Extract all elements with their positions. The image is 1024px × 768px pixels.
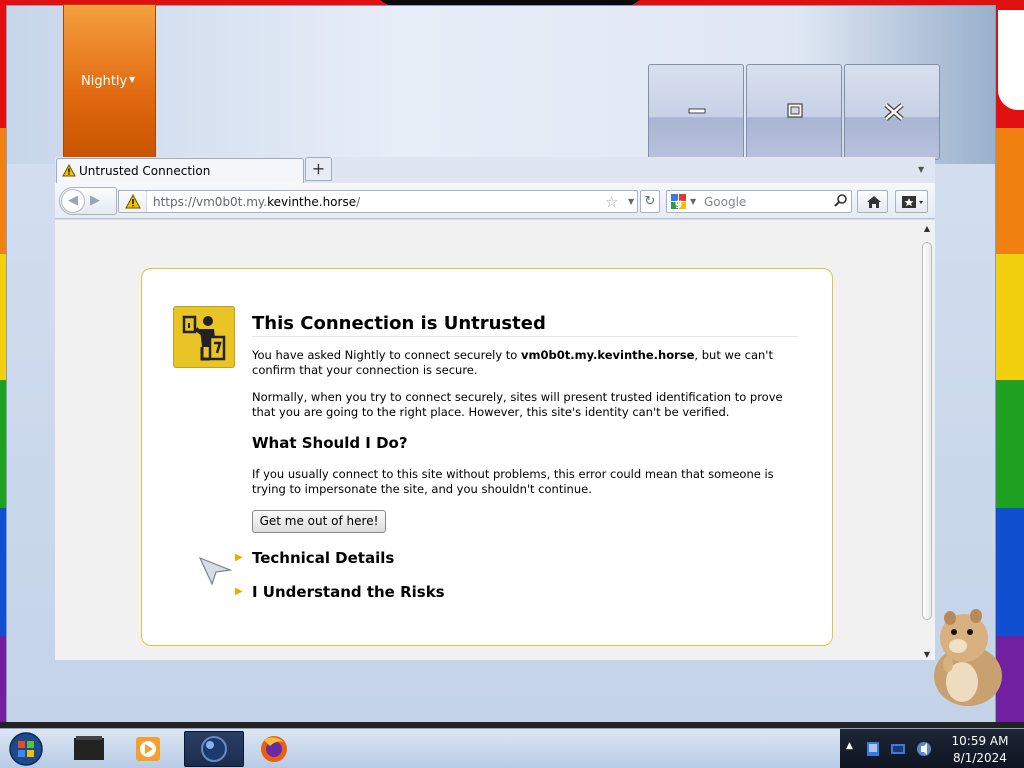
- section-heading: What Should I Do?: [252, 434, 408, 452]
- volume-icon[interactable]: [916, 740, 932, 758]
- list-all-tabs-button[interactable]: ▼: [918, 165, 924, 174]
- url-bar[interactable]: https://vm0b0t.my.kevinthe.horse/ ☆ ▼: [118, 190, 638, 213]
- maximize-button[interactable]: [746, 64, 842, 160]
- forward-arrow-icon: ▶: [90, 193, 100, 208]
- url-text[interactable]: https://vm0b0t.my.kevinthe.horse/: [153, 195, 360, 209]
- host-name: vm0b0t.my.kevinthe.horse: [521, 348, 695, 362]
- app-menu-button[interactable]: Nightly ▼: [63, 4, 156, 159]
- search-bar[interactable]: g ▼ Google: [666, 190, 852, 213]
- search-icon[interactable]: [833, 193, 849, 209]
- untrusted-certificate-icon: [173, 306, 235, 368]
- close-button[interactable]: [844, 64, 940, 160]
- reload-button[interactable]: ↻: [640, 190, 660, 213]
- back-arrow-icon: ◀: [68, 193, 78, 208]
- clock-time[interactable]: 10:59 AM: [940, 734, 1020, 748]
- chevron-down-icon: ▼: [129, 75, 136, 84]
- bookmarks-icon: [902, 196, 923, 208]
- expand-triangle-icon: ▶: [235, 586, 243, 597]
- tab-title: Untrusted Connection: [79, 164, 211, 178]
- forward-button[interactable]: ▶: [90, 193, 100, 208]
- media-player-icon[interactable]: [120, 732, 180, 766]
- error-panel: This Connection is Untrusted You have as…: [141, 268, 833, 646]
- understand-risks-expander[interactable]: ▶ I Understand the Risks: [235, 583, 445, 601]
- url-domain: kevinthe.horse: [267, 195, 357, 209]
- hamster-mascot-icon: [934, 609, 1002, 706]
- expand-triangle-icon: ▶: [235, 552, 243, 563]
- reload-icon: ↻: [644, 194, 656, 209]
- warning-icon: [125, 194, 141, 209]
- url-prefix: https://vm0b0t.my.: [153, 195, 268, 209]
- show-hidden-icons-button[interactable]: ▲: [846, 741, 853, 751]
- back-button[interactable]: ◀: [61, 189, 85, 213]
- file-manager-icon[interactable]: [60, 732, 120, 766]
- scroll-up-arrow[interactable]: ▲: [920, 224, 934, 233]
- clock-date[interactable]: 8/1/2024: [940, 751, 1020, 765]
- home-button[interactable]: [857, 190, 888, 213]
- page-title: This Connection is Untrusted: [252, 313, 798, 337]
- tray-app-icon[interactable]: [866, 741, 882, 757]
- search-input[interactable]: Google: [704, 195, 746, 209]
- minimize-icon: [688, 108, 706, 114]
- network-icon[interactable]: [890, 741, 906, 757]
- browser-nightly-icon: [201, 736, 227, 762]
- maximize-icon: [787, 103, 803, 118]
- desc-text: You have asked Nightly to connect secure…: [252, 348, 522, 362]
- desktop-decoration-right: [998, 10, 1024, 110]
- expander-label: I Understand the Risks: [252, 583, 445, 601]
- tab-untrusted-connection[interactable]: Untrusted Connection: [56, 158, 304, 183]
- url-suffix: /: [356, 195, 361, 209]
- scroll-thumb[interactable]: [922, 242, 932, 620]
- close-icon: [884, 103, 904, 121]
- browser-nightly-taskbar-button[interactable]: [184, 731, 244, 767]
- error-description: You have asked Nightly to connect secure…: [252, 348, 798, 378]
- error-explanation: Normally, when you try to connect secure…: [252, 390, 783, 419]
- home-icon: [867, 196, 881, 208]
- google-engine-icon[interactable]: g: [671, 194, 686, 209]
- plus-icon: +: [311, 159, 326, 178]
- bookmarks-menu-button[interactable]: [895, 190, 928, 213]
- new-tab-button[interactable]: +: [305, 157, 332, 181]
- svg-text:g: g: [675, 198, 682, 209]
- get-me-out-button[interactable]: Get me out of here!: [252, 510, 386, 533]
- minimize-button[interactable]: [648, 64, 744, 160]
- system-tray: ▲ 10:59 AM 8/1/2024: [840, 729, 1024, 768]
- app-menu-label: Nightly: [81, 74, 128, 89]
- technical-details-expander[interactable]: ▶ Technical Details: [235, 549, 395, 567]
- start-button[interactable]: [6, 731, 46, 767]
- advice-text: If you usually connect to this site with…: [252, 467, 774, 496]
- mouse-cursor-icon: [198, 556, 232, 586]
- url-history-dropdown[interactable]: ▼: [628, 197, 634, 206]
- vertical-scrollbar[interactable]: ▲ ▼: [920, 222, 934, 659]
- taskbar: ▲ 10:59 AM 8/1/2024: [0, 728, 1024, 768]
- expander-label: Technical Details: [252, 549, 395, 567]
- warning-icon: [62, 164, 76, 177]
- firefox-icon[interactable]: [244, 732, 304, 766]
- search-engine-dropdown[interactable]: ▼: [690, 197, 696, 206]
- bookmark-star-icon[interactable]: ☆: [605, 193, 618, 211]
- site-identity-button[interactable]: [119, 191, 147, 212]
